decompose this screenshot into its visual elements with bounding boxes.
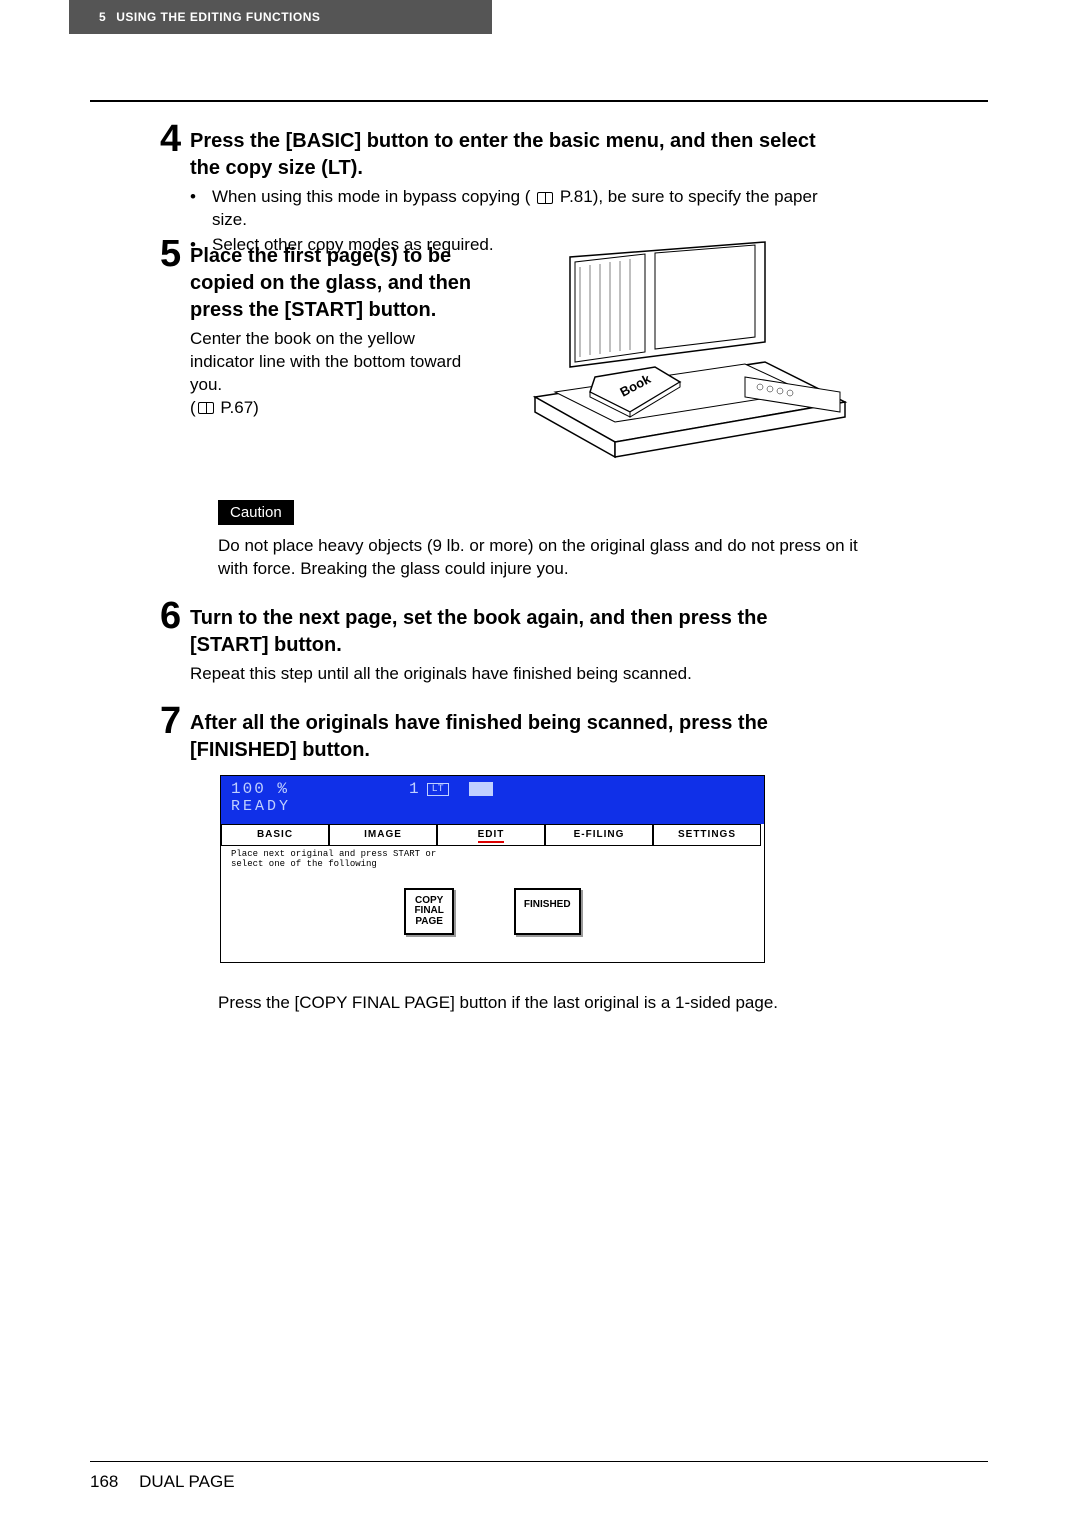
bullet-item: • When using this mode in bypass copying… bbox=[190, 186, 850, 232]
finished-button[interactable]: FINISHED bbox=[514, 888, 581, 936]
step-number: 6 bbox=[160, 595, 181, 638]
caution-section: Caution Do not place heavy objects (9 lb… bbox=[218, 500, 858, 581]
body-text-c: P.67) bbox=[216, 398, 259, 417]
paper-size-badge: LT bbox=[427, 783, 449, 796]
step-title: After all the originals have finished be… bbox=[190, 710, 850, 764]
zoom-percent: 100 bbox=[231, 780, 266, 798]
copier-screen-panel: 100 % 1 LT READY BASIC IMAGE EDIT E-FILI… bbox=[220, 775, 765, 963]
step-title: Turn to the next page, set the book agai… bbox=[190, 605, 850, 659]
percent-symbol: % bbox=[277, 780, 289, 798]
section-title: DUAL PAGE bbox=[139, 1472, 234, 1491]
step-6: 6 Turn to the next page, set the book ag… bbox=[190, 605, 850, 686]
step-7-footnote: Press the [COPY FINAL PAGE] button if th… bbox=[218, 993, 778, 1013]
step-body: Repeat this step until all the originals… bbox=[190, 663, 850, 686]
step-body: Center the book on the yellow indicator … bbox=[190, 328, 480, 420]
caution-label: Caution bbox=[218, 500, 294, 525]
book-reference-icon bbox=[537, 192, 553, 204]
tab-image[interactable]: IMAGE bbox=[329, 824, 437, 846]
tab-edit-label: EDIT bbox=[478, 829, 505, 843]
screen-message: Place next original and press START or s… bbox=[221, 846, 764, 874]
step-5: 5 Place the first page(s) to be copied o… bbox=[190, 243, 480, 420]
step-title: Press the [BASIC] button to enter the ba… bbox=[190, 128, 850, 182]
chapter-title: USING THE EDITING FUNCTIONS bbox=[116, 10, 320, 24]
footer-rule bbox=[90, 1461, 988, 1462]
bullet-text: When using this mode in bypass copying ( bbox=[212, 187, 530, 206]
caution-text: Do not place heavy objects (9 lb. or mor… bbox=[218, 535, 858, 581]
tab-basic[interactable]: BASIC bbox=[221, 824, 329, 846]
body-text-b: ( bbox=[190, 398, 196, 417]
ready-status: READY bbox=[231, 798, 754, 815]
tab-efiling[interactable]: E-FILING bbox=[545, 824, 653, 846]
tab-settings[interactable]: SETTINGS bbox=[653, 824, 761, 846]
chapter-number: 5 bbox=[99, 10, 106, 24]
tab-edit[interactable]: EDIT bbox=[437, 824, 545, 846]
btn-line: PAGE bbox=[414, 917, 443, 928]
step-number: 4 bbox=[160, 118, 181, 161]
paper-tray-icon bbox=[469, 782, 493, 796]
screen-button-row: COPY FINAL PAGE FINISHED bbox=[221, 888, 764, 936]
scanner-book-illustration: Book bbox=[515, 237, 865, 462]
copy-final-page-button[interactable]: COPY FINAL PAGE bbox=[404, 888, 453, 936]
copy-count: 1 bbox=[409, 780, 419, 798]
screen-tab-row: BASIC IMAGE EDIT E-FILING SETTINGS bbox=[221, 824, 764, 846]
body-text-a: Center the book on the yellow indicator … bbox=[190, 329, 461, 394]
step-title: Place the first page(s) to be copied on … bbox=[190, 243, 480, 324]
step-number: 5 bbox=[160, 233, 181, 276]
screen-msg-line2: select one of the following bbox=[231, 860, 754, 870]
step-number: 7 bbox=[160, 700, 181, 743]
chapter-header: 5 USING THE EDITING FUNCTIONS bbox=[69, 0, 492, 34]
page-footer: 168 DUAL PAGE bbox=[90, 1472, 235, 1492]
screen-status-bar: 100 % 1 LT READY bbox=[221, 776, 764, 824]
page-number: 168 bbox=[90, 1472, 118, 1491]
step-7: 7 After all the originals have finished … bbox=[190, 710, 850, 764]
top-rule bbox=[90, 100, 988, 102]
book-reference-icon bbox=[198, 402, 214, 414]
